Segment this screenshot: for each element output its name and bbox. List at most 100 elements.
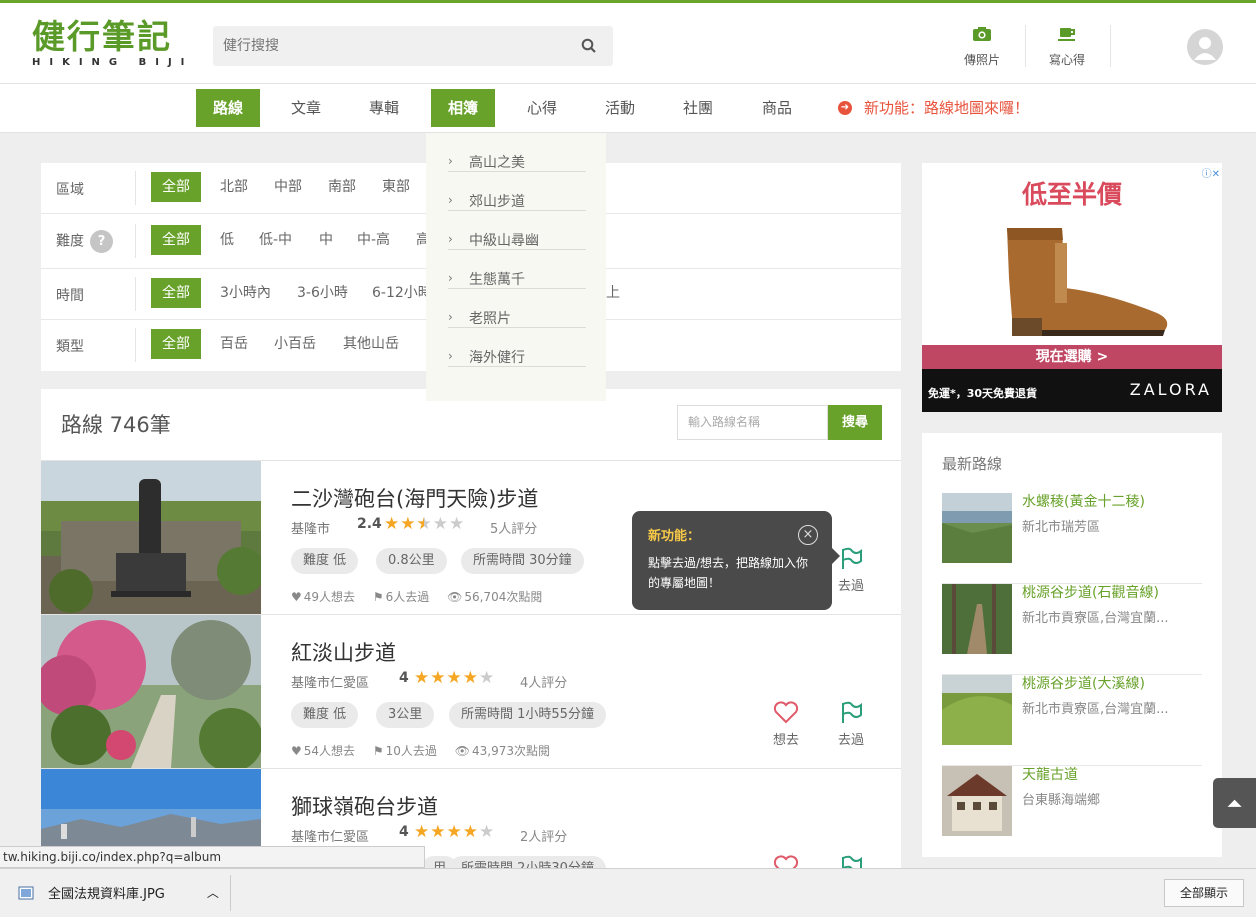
upload-photo-button[interactable]: 傳照片 <box>940 23 1024 68</box>
album-menu-item[interactable]: › 海外健行 <box>448 328 586 367</box>
latest-route-item[interactable]: 天龍古道 台東縣海端鄉 <box>942 766 1202 857</box>
filter-option-selected[interactable]: 全部 <box>151 278 201 308</box>
user-avatar-icon[interactable] <box>1187 29 1223 65</box>
went-count: 10人去過 <box>385 744 437 758</box>
tooltip-arrow <box>832 548 840 564</box>
filter-option[interactable]: 上 <box>606 278 620 308</box>
nav-articles[interactable]: 文章 <box>276 89 336 127</box>
route-review-count: 2人評分 <box>520 830 568 845</box>
route-title[interactable]: 二沙灣砲台(海門天險)步道 <box>291 483 538 513</box>
route-tag: 難度 低 <box>291 548 359 574</box>
filter-option[interactable]: 東部 <box>382 172 410 202</box>
show-all-downloads-button[interactable]: 全部顯示 <box>1164 879 1244 907</box>
filter-option[interactable]: 6-12小時 <box>372 278 432 308</box>
download-item[interactable]: 全國法規資料庫.JPG ︿ <box>18 883 219 902</box>
filter-option[interactable]: 北部 <box>220 172 248 202</box>
latest-route-item[interactable]: 水螺稜(黃金十二稜) 新北市瑞芳區 <box>942 493 1202 584</box>
site-logo[interactable]: 健行筆記 HIKING BIJI <box>32 19 193 69</box>
latest-route-name[interactable]: 桃源谷步道(大溪線) <box>1022 673 1145 693</box>
route-review-count: 4人評分 <box>520 676 568 691</box>
latest-route-name[interactable]: 天龍古道 <box>1022 764 1078 784</box>
filter-label: 難度? <box>56 230 113 253</box>
upload-photo-label: 傳照片 <box>963 53 1000 67</box>
album-menu-item[interactable]: › 郊山步道 <box>448 172 586 211</box>
nav-photo-albums[interactable]: 相簿 <box>431 89 495 127</box>
latest-route-name[interactable]: 水螺稜(黃金十二稜) <box>1022 491 1145 511</box>
route-title[interactable]: 獅球嶺砲台步道 <box>291 791 438 821</box>
flag-icon: ⚑ <box>372 590 384 604</box>
nav-groups[interactable]: 社團 <box>668 89 728 127</box>
latest-route-thumbnail[interactable] <box>942 766 1012 836</box>
filter-option[interactable]: 低-中 <box>259 225 292 255</box>
rating-stars-icon: ★★★★★ <box>414 668 496 688</box>
filter-option[interactable]: 中部 <box>274 172 302 202</box>
latest-route-thumbnail[interactable] <box>942 493 1012 563</box>
route-location: 基隆市仁愛區 <box>291 830 370 845</box>
new-feature-tooltip: 新功能： 點擊去過/想去，把路線加入你的專屬地圖！ × <box>632 511 840 610</box>
latest-route-item[interactable]: 桃源谷步道(大溪線) 新北市貢寮區,台灣宜蘭... <box>942 675 1202 766</box>
want-count: 54人想去 <box>303 744 356 758</box>
filter-option[interactable]: 南部 <box>328 172 356 202</box>
album-menu-item[interactable]: › 生態萬千 <box>448 250 586 289</box>
nav-routes[interactable]: 路線 <box>196 89 260 127</box>
filter-label: 時間 <box>56 288 84 304</box>
flag-icon: ⚑ <box>372 744 384 758</box>
search-input[interactable] <box>213 26 553 66</box>
album-menu-label: 高山之美 <box>469 155 525 171</box>
rating-stars-icon: ★★★★★★ <box>384 514 466 534</box>
close-icon[interactable]: × <box>798 525 818 545</box>
album-menu-item[interactable]: › 老照片 <box>448 289 586 328</box>
route-rating-score: 4 <box>399 824 409 840</box>
nav-news-link[interactable]: ➜ 新功能：路線地圖來囉！ <box>838 89 1029 127</box>
latest-route-name[interactable]: 桃源谷步道(石觀音線) <box>1022 582 1159 602</box>
ad-banner[interactable]: ⓘ✕ 低至半價 現在選購 > 免運*，30天免費退貨 ZALORA <box>922 163 1222 412</box>
filter-option[interactable]: 其他山岳 <box>343 329 399 359</box>
filter-option-selected[interactable]: 全部 <box>151 225 201 255</box>
chevron-up-icon[interactable]: ︿ <box>207 884 219 901</box>
chevron-right-icon: › <box>448 271 453 285</box>
want-to-go-button[interactable] <box>766 855 806 869</box>
filter-option[interactable]: 3小時內 <box>220 278 271 308</box>
write-review-button[interactable]: 寫心得 <box>1025 23 1109 68</box>
ad-cta-button[interactable]: 現在選購 > <box>922 345 1222 369</box>
route-tag: 所需時間 1小時55分鐘 <box>449 702 606 728</box>
album-menu-label: 老照片 <box>469 311 511 327</box>
route-title[interactable]: 紅淡山步道 <box>291 637 396 667</box>
nav-products[interactable]: 商品 <box>747 89 807 127</box>
route-photo[interactable] <box>41 461 261 614</box>
filter-option[interactable]: 中-高 <box>357 225 390 255</box>
nav-reviews[interactable]: 心得 <box>512 89 572 127</box>
filter-option[interactable]: 小百岳 <box>274 329 316 359</box>
flag-outline-icon <box>842 855 862 869</box>
filter-option[interactable]: 3-6小時 <box>297 278 348 308</box>
search-icon[interactable] <box>581 38 597 54</box>
latest-route-item[interactable]: 桃源谷步道(石觀音線) 新北市貢寮區,台灣宜蘭... <box>942 584 1202 675</box>
heart-icon: ♥ <box>291 590 302 604</box>
filter-option[interactable]: 低 <box>220 225 234 255</box>
route-tag: 難度 低 <box>291 702 359 728</box>
been-there-button[interactable]: 去過 <box>831 701 871 748</box>
album-menu-item[interactable]: › 中級山尋幽 <box>448 211 586 250</box>
latest-route-thumbnail[interactable] <box>942 675 1012 745</box>
route-photo[interactable] <box>41 615 261 768</box>
filter-option-selected[interactable]: 全部 <box>151 329 201 359</box>
been-there-button[interactable] <box>831 855 871 869</box>
route-location: 基隆市仁愛區 <box>291 676 370 691</box>
been-label: 去過 <box>837 733 864 748</box>
album-menu-item[interactable]: › 高山之美 <box>448 133 586 172</box>
route-card[interactable]: 紅淡山步道 基隆市仁愛區 4 ★★★★★ 4人評分 難度 低 3公里 所需時間 … <box>41 614 901 768</box>
route-stats: ♥ 49人想去 ⚑ 6人去過 👁 56,704次點閱 <box>291 588 556 605</box>
back-to-top-button[interactable]: ⏶ <box>1213 778 1256 828</box>
browser-download-bar: 全國法規資料庫.JPG ︿ 全部顯示 <box>0 868 1256 917</box>
filter-option-selected[interactable]: 全部 <box>151 172 201 202</box>
browser-status-url: tw.hiking.biji.co/index.php?q=album <box>0 846 425 868</box>
want-to-go-button[interactable]: 想去 <box>766 701 806 748</box>
latest-route-thumbnail[interactable] <box>942 584 1012 654</box>
nav-events[interactable]: 活動 <box>590 89 650 127</box>
nav-albums-collection[interactable]: 專輯 <box>354 89 414 127</box>
filter-option[interactable]: 百岳 <box>220 329 248 359</box>
filter-option[interactable]: 中 <box>319 225 333 255</box>
route-name-search-input[interactable]: 輸入路線名稱 <box>677 405 828 440</box>
help-icon[interactable]: ? <box>90 230 113 253</box>
route-search-button[interactable]: 搜尋 <box>828 405 882 440</box>
